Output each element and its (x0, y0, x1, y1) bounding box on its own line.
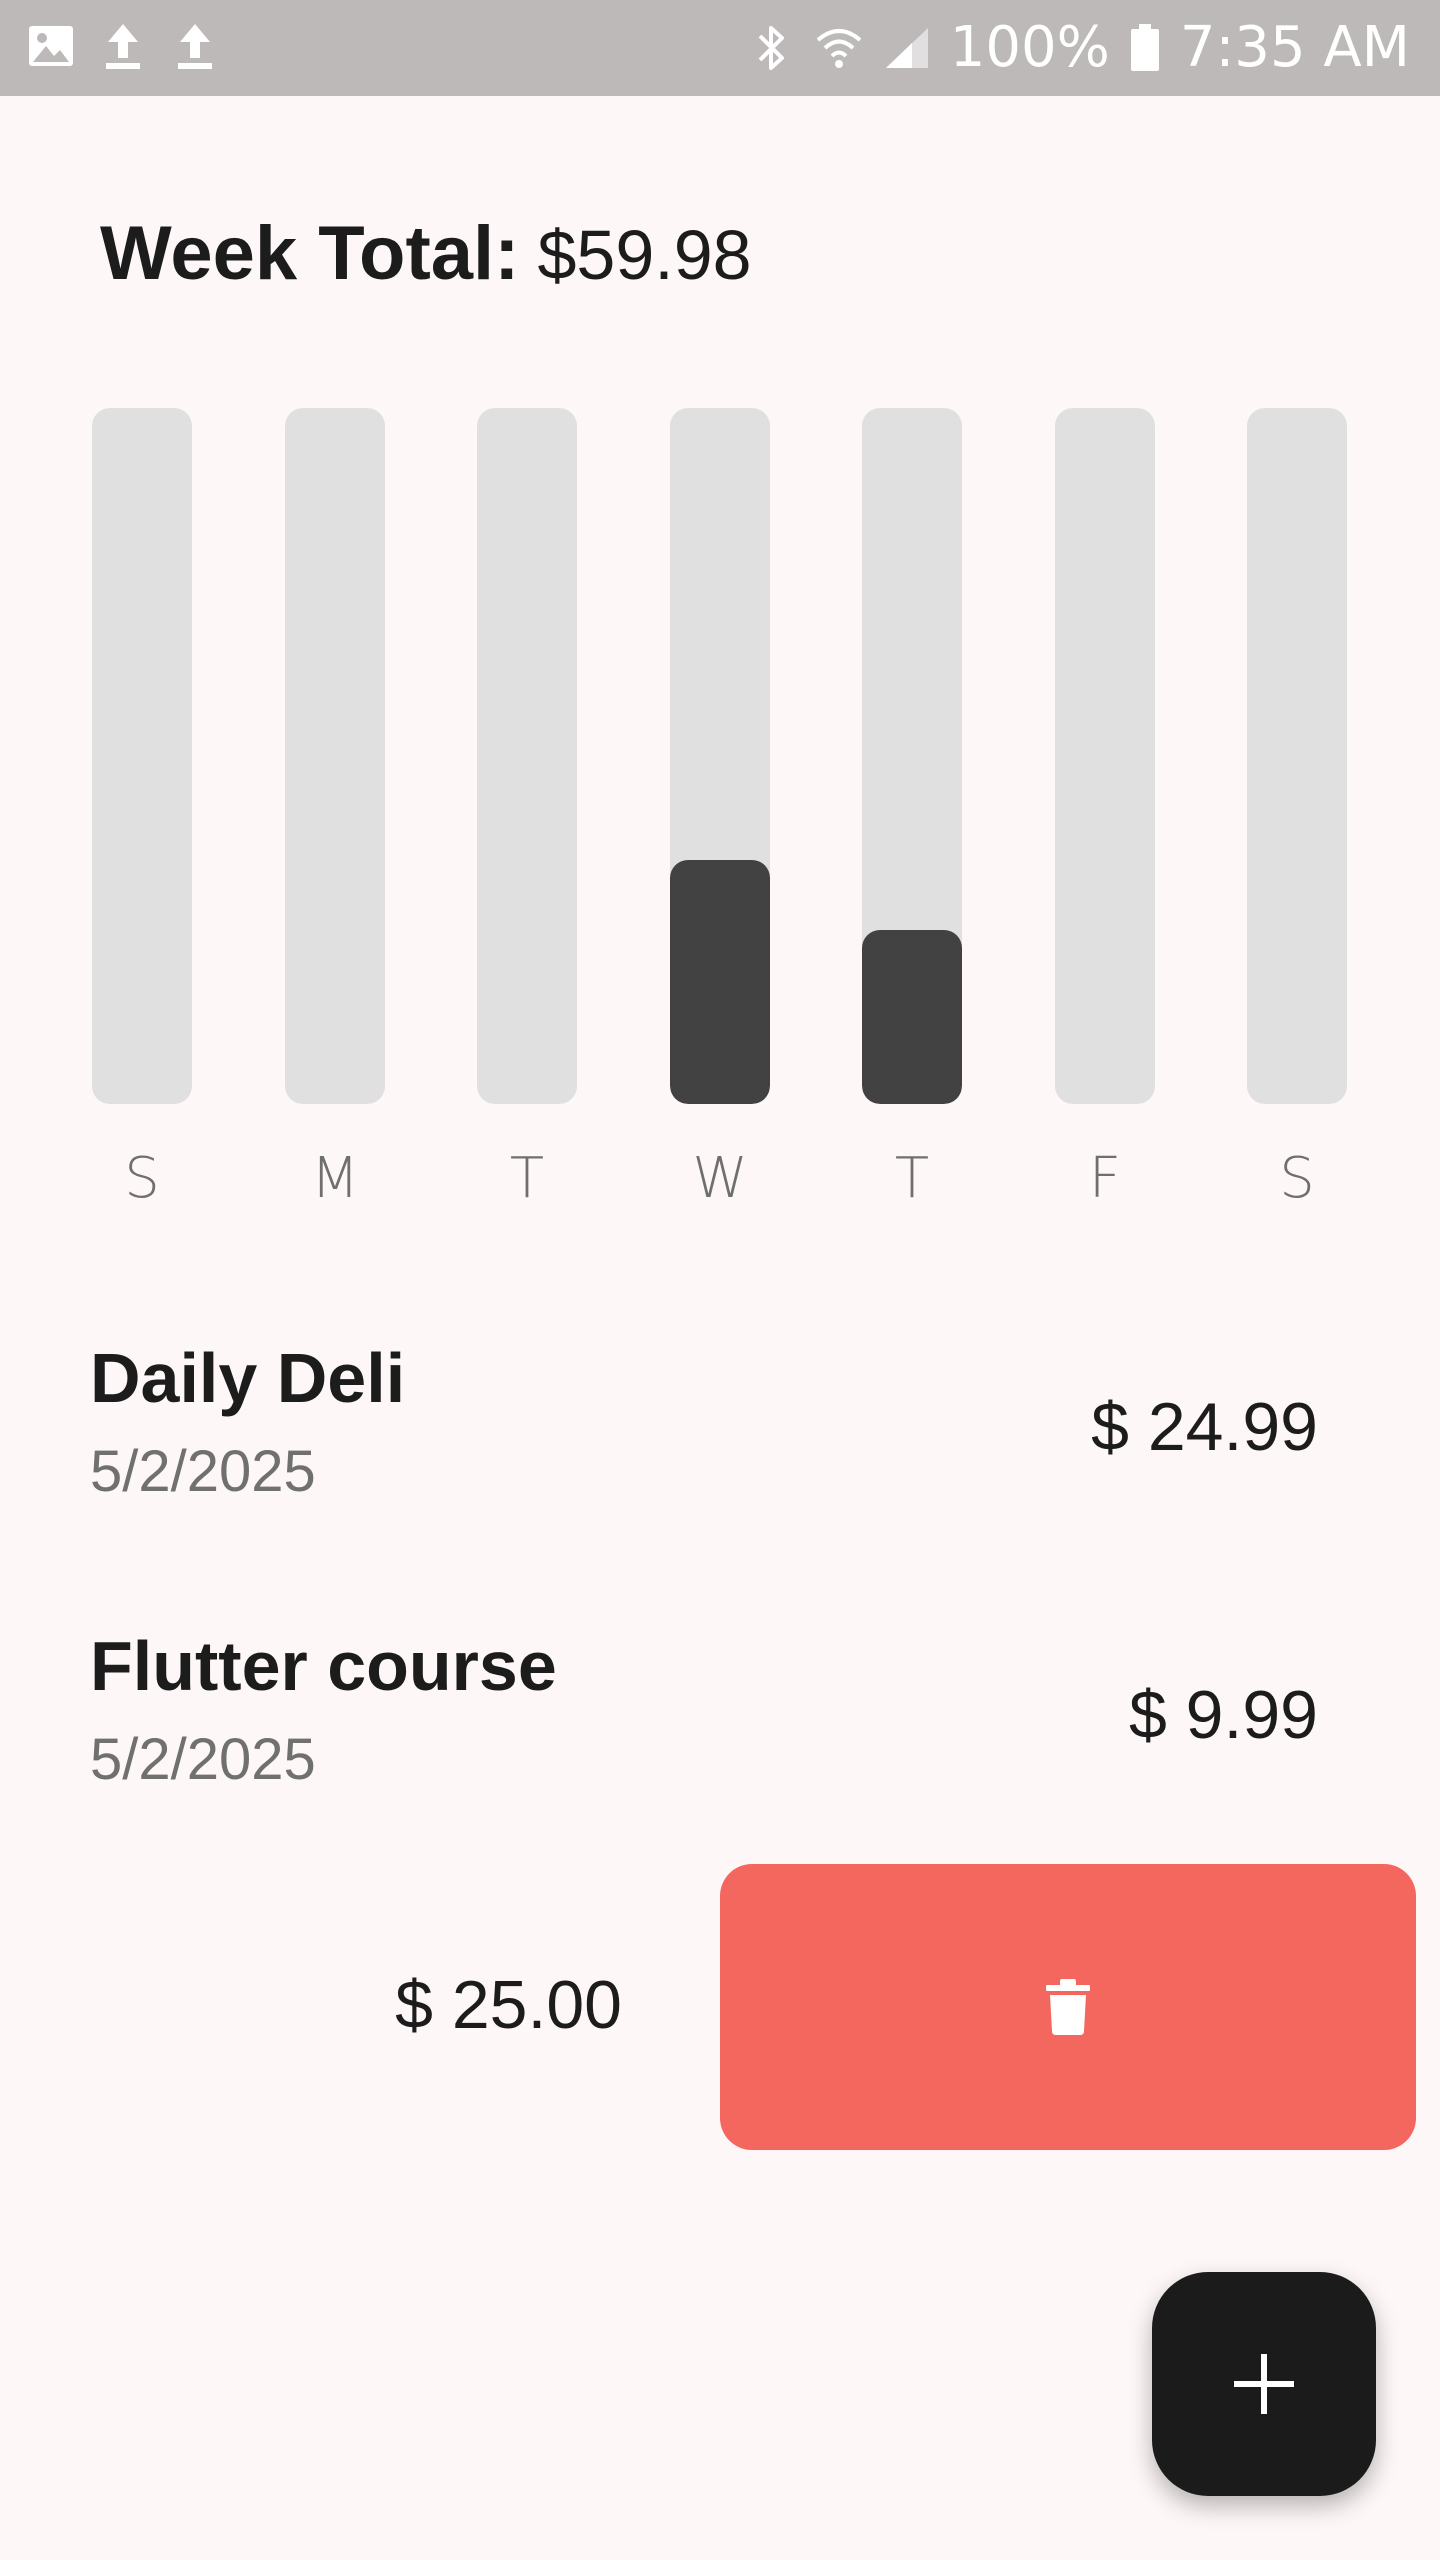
bar-track (477, 408, 577, 1104)
plus-icon (1234, 2354, 1294, 2414)
day-label: S (1279, 1146, 1315, 1211)
transaction-date: 5/2/2025 (90, 1439, 316, 1504)
transaction-date: 5/2/2025 (90, 1727, 316, 1792)
day-label: W (692, 1146, 748, 1211)
bar-track (670, 408, 770, 1104)
day-label: T (509, 1146, 545, 1211)
bar-fill (862, 930, 962, 1104)
day-label: M (310, 1146, 360, 1211)
list-item[interactable]: Flutter course 5/2/2025 $ 9.99 (0, 1626, 1440, 1846)
day-label: S (124, 1146, 160, 1211)
transaction-title: Flutter course (90, 1627, 557, 1705)
bar-track (862, 408, 962, 1104)
transaction-amount: $ 9.99 (1128, 1677, 1318, 1753)
swiped-transaction-amount[interactable]: $ 25.00 (0, 1966, 622, 2044)
transaction-amount: $ 24.99 (1091, 1389, 1318, 1465)
bar-fill (670, 860, 770, 1104)
bar-track (1247, 408, 1347, 1104)
transaction-title: Daily Deli (90, 1339, 406, 1417)
bar-track (1055, 408, 1155, 1104)
list-item[interactable]: Daily Deli 5/2/2025 $ 24.99 (0, 1338, 1440, 1558)
day-label: F (1088, 1146, 1122, 1211)
add-transaction-button[interactable] (1152, 2272, 1376, 2496)
day-label: T (894, 1146, 930, 1211)
bar-track (92, 408, 192, 1104)
weekly-spending-chart: SMTWTFS (0, 0, 1440, 1240)
trash-icon (1046, 1979, 1090, 2035)
bar-track (285, 408, 385, 1104)
delete-button[interactable] (720, 1864, 1416, 2150)
